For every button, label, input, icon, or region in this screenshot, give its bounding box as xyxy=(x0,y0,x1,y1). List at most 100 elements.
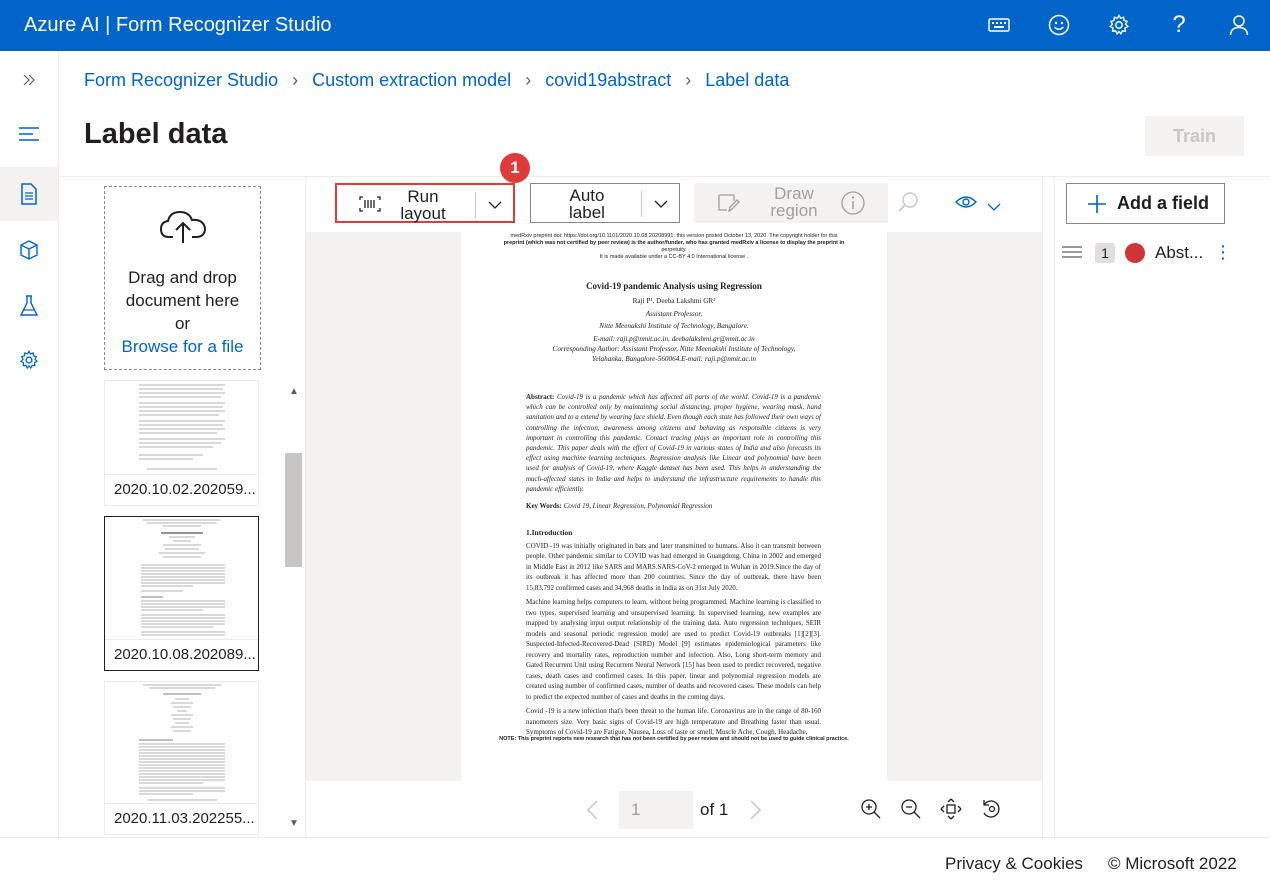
project-settings-icon[interactable] xyxy=(0,333,58,387)
left-navigation xyxy=(0,51,59,837)
keywords-label: Key Words: xyxy=(526,502,562,511)
doc-abstract: Abstract: Covid-19 is a pandemic which h… xyxy=(461,392,887,494)
draw-region-button[interactable]: Draw region xyxy=(694,183,888,223)
copyright: © Microsoft 2022 xyxy=(1108,854,1237,873)
chevron-right-icon: › xyxy=(685,70,692,90)
breadcrumb-project[interactable]: covid19abstract xyxy=(545,70,671,91)
abstract-text: Covid-19 is a pandemic which has affecte… xyxy=(526,393,822,493)
doc-authors: Raji P¹, Deeba Lakshmi GR² xyxy=(632,297,716,305)
page-title: Label data xyxy=(84,118,228,150)
file-name: 2020.10.08.202089... xyxy=(105,639,258,670)
field-color-dot xyxy=(1125,243,1145,263)
drop-text-line2: document here xyxy=(125,291,240,310)
thumbnail-preview xyxy=(133,682,231,804)
settings-icon[interactable] xyxy=(1106,12,1132,38)
next-page-icon[interactable] xyxy=(750,800,762,825)
divider xyxy=(1054,176,1055,837)
doc-header-line: preprint (which was not certified by pee… xyxy=(503,240,845,246)
page-count: of 1 xyxy=(700,800,729,819)
page-number-input[interactable]: 1 xyxy=(619,791,693,829)
draw-region-label: Draw region xyxy=(770,184,818,220)
menu-icon[interactable] xyxy=(0,107,58,161)
doc-corresponding: Corresponding Author: Assistant Professo… xyxy=(552,345,796,353)
breadcrumb-label-data[interactable]: Label data xyxy=(705,70,789,91)
thumbnail-preview xyxy=(133,381,231,475)
breadcrumb-custom-model[interactable]: Custom extraction model xyxy=(312,70,511,91)
app-title[interactable]: Azure AI | Form Recognizer Studio xyxy=(24,14,332,37)
field-index: 1 xyxy=(1095,243,1115,263)
chevron-right-icon: › xyxy=(525,70,532,90)
run-layout-button[interactable]: Run layout xyxy=(335,183,515,223)
drag-handle-icon[interactable] xyxy=(1062,245,1082,264)
file-thumbnail[interactable]: 2020.10.02.202059... xyxy=(104,380,259,506)
file-list-scrollbar[interactable] xyxy=(283,380,305,836)
chevron-down-icon[interactable] xyxy=(641,191,679,217)
plus-icon xyxy=(1087,194,1107,214)
doc-email: E-mail: raji.p@nmit.ac.in, deebalakshmi.… xyxy=(593,334,755,343)
doc-title: Covid-19 pandemic Analysis using Regress… xyxy=(586,281,762,291)
document-page[interactable]: medRxiv preprint doi: https://doi.org/10… xyxy=(461,232,887,781)
document-icon[interactable] xyxy=(0,167,58,221)
auto-label-button[interactable]: Auto label xyxy=(530,183,680,223)
document-viewer[interactable]: medRxiv preprint doi: https://doi.org/10… xyxy=(306,232,1042,781)
doc-footnote: NOTE: This preprint reports new research… xyxy=(461,735,887,743)
run-layout-label: Run layout xyxy=(400,187,446,223)
zoom-out-icon[interactable] xyxy=(900,798,922,825)
file-thumbnail-selected[interactable]: 2020.10.08.202089... xyxy=(104,516,259,671)
info-icon[interactable] xyxy=(840,190,866,221)
chevron-right-icon: › xyxy=(292,70,299,90)
doc-role: Assistant Professor, xyxy=(645,309,703,318)
previous-page-icon[interactable] xyxy=(586,800,598,825)
doc-paragraph: COVID -19 was initially originated in ba… xyxy=(526,541,821,592)
auto-label-label: Auto label xyxy=(569,186,605,222)
doc-institute: Nitte Meenakshi Institute of Technology,… xyxy=(599,322,749,330)
browse-file-link[interactable]: Browse for a file xyxy=(105,335,260,358)
doc-paragraph: Covid -19 is a new infection that's been… xyxy=(526,707,821,737)
step-badge: 1 xyxy=(500,153,530,183)
test-flask-icon[interactable] xyxy=(0,279,58,333)
upload-dropzone[interactable]: Drag and drop document here or Browse fo… xyxy=(104,186,261,370)
cloud-upload-icon xyxy=(105,209,260,250)
scrollbar-thumb[interactable] xyxy=(285,453,302,567)
train-button[interactable]: Train xyxy=(1145,116,1244,156)
divider xyxy=(1042,176,1043,837)
rotate-icon[interactable] xyxy=(980,798,1002,825)
doc-header-line: medRxiv preprint doi: https://doi.org/10… xyxy=(510,233,838,239)
breadcrumb: Form Recognizer Studio › Custom extracti… xyxy=(84,70,789,91)
search-icon[interactable] xyxy=(897,191,919,218)
add-field-label: Add a field xyxy=(1117,193,1210,213)
keyboard-icon[interactable] xyxy=(986,12,1012,38)
scroll-down-icon[interactable]: ▼ xyxy=(287,818,301,832)
field-item[interactable]: 1 Abst... ⋮ xyxy=(1062,240,1240,266)
chevron-down-icon[interactable] xyxy=(987,198,1001,216)
fit-page-icon[interactable] xyxy=(940,798,962,825)
more-options-icon[interactable]: ⋮ xyxy=(1214,242,1232,263)
abstract-label: Abstract: xyxy=(526,393,555,401)
file-name: 2020.10.02.202059... xyxy=(105,474,258,505)
chevron-down-icon[interactable] xyxy=(475,192,513,218)
page-navigation: 1 of 1 xyxy=(306,781,1042,837)
doc-header-line: It is made available under a CC-BY 4.0 I… xyxy=(599,254,749,260)
zoom-in-icon[interactable] xyxy=(860,798,882,825)
add-field-button[interactable]: Add a field xyxy=(1066,183,1225,224)
footer: Privacy & Cookies © Microsoft 2022 xyxy=(0,837,1270,887)
help-icon[interactable]: ? xyxy=(1166,11,1192,38)
model-cube-icon[interactable] xyxy=(0,223,58,277)
doc-header-line: perpetuity. xyxy=(661,247,687,253)
drop-text-or: or xyxy=(174,314,191,333)
drop-text-line1: Drag and drop xyxy=(128,268,237,287)
keywords-text: Covid 19, Linear Regression, Polynomial … xyxy=(563,502,713,511)
privacy-link[interactable]: Privacy & Cookies xyxy=(945,854,1083,874)
scroll-up-icon[interactable]: ▲ xyxy=(287,386,301,400)
file-thumbnail[interactable]: 2020.11.03.202255... xyxy=(104,681,259,835)
doc-corresponding: Yelahanka, Bangalore-560064.E-mail: raji… xyxy=(592,354,756,363)
expand-nav-icon[interactable] xyxy=(0,53,58,107)
user-icon[interactable] xyxy=(1226,12,1252,38)
top-bar: Azure AI | Form Recognizer Studio ? xyxy=(0,0,1270,51)
file-name: 2020.11.03.202255... xyxy=(105,803,258,834)
doc-paragraph: Machine learning helps computers to lear… xyxy=(526,598,821,701)
doc-section-heading: 1.Introduction xyxy=(526,527,573,537)
smiley-icon[interactable] xyxy=(1046,12,1072,38)
view-eye-icon[interactable] xyxy=(955,194,977,215)
breadcrumb-studio[interactable]: Form Recognizer Studio xyxy=(84,70,278,91)
